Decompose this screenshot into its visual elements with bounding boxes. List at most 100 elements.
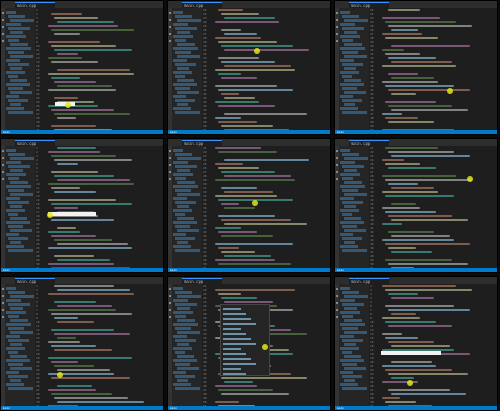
source-control-icon[interactable] — [2, 302, 4, 304]
file-tree-item[interactable] — [340, 335, 354, 338]
file-tree-item[interactable] — [8, 15, 25, 18]
file-tree-item[interactable] — [10, 355, 27, 358]
file-tree-item[interactable] — [340, 173, 360, 176]
file-tree-item[interactable] — [175, 327, 191, 330]
file-tree-item[interactable] — [344, 55, 367, 58]
source-control-icon[interactable] — [169, 302, 171, 304]
search-icon[interactable] — [169, 295, 171, 297]
autocomplete-item[interactable] — [223, 358, 251, 360]
search-icon[interactable] — [336, 19, 338, 21]
file-tree-item[interactable] — [6, 245, 24, 248]
extensions-icon[interactable] — [2, 40, 4, 42]
file-tree-item[interactable] — [342, 39, 353, 42]
file-tree-item[interactable] — [8, 249, 33, 252]
file-tree-item[interactable] — [342, 111, 367, 114]
file-tree-item[interactable] — [173, 287, 183, 290]
file-tree-item[interactable] — [8, 351, 18, 354]
file-tree-item[interactable] — [340, 245, 358, 248]
file-tree-item[interactable] — [342, 291, 359, 294]
file-tree-item[interactable] — [342, 15, 359, 18]
file-tree-item[interactable] — [342, 99, 362, 102]
file-tree-item[interactable] — [177, 217, 194, 220]
file-tree-item[interactable] — [8, 27, 30, 30]
file-tree-item[interactable] — [340, 149, 350, 152]
file-tree-item[interactable] — [177, 241, 188, 244]
file-tree-item[interactable] — [340, 11, 350, 14]
file-tree-item[interactable] — [6, 347, 25, 350]
file-tree-item[interactable] — [173, 161, 188, 164]
file-tree-item[interactable] — [177, 181, 195, 184]
file-tree-item[interactable] — [6, 323, 31, 326]
file-tree-item[interactable] — [342, 189, 358, 192]
code-editor[interactable]: 21 22 23 24 25 26 27 28 29 30 31 32 33 34 35 36 37 38 39 40… — [202, 284, 330, 406]
file-tree-item[interactable] — [344, 295, 368, 298]
file-tree-item[interactable] — [175, 375, 195, 378]
file-tree-item[interactable] — [344, 331, 367, 334]
file-tree-item[interactable] — [8, 153, 25, 156]
file-tree-item[interactable] — [8, 111, 33, 114]
file-tree-item[interactable] — [340, 233, 353, 236]
file-tree-item[interactable] — [173, 299, 188, 302]
file-tree-item[interactable] — [10, 55, 33, 58]
search-icon[interactable] — [336, 295, 338, 297]
file-tree-item[interactable] — [6, 185, 31, 188]
debug-icon[interactable] — [169, 309, 171, 311]
file-tree-item[interactable] — [340, 221, 364, 224]
file-tree-item[interactable] — [173, 59, 187, 62]
file-tree-item[interactable] — [173, 233, 186, 236]
code-editor[interactable]: 21 22 23 24 25 26 27 28 29 30 31 32 33 34 35 36 37 38 39 40… — [202, 146, 330, 268]
file-tree-item[interactable] — [173, 35, 193, 38]
file-tree-item[interactable] — [177, 355, 194, 358]
file-tree-item[interactable] — [6, 209, 25, 212]
file-tree-item[interactable] — [177, 307, 190, 310]
code-editor[interactable]: 21 22 23 24 25 26 27 28 29 30 31 32 33 34 35 36 37 38 39 40… — [369, 146, 497, 268]
file-tree-item[interactable] — [177, 331, 200, 334]
file-tree-item[interactable] — [10, 379, 21, 382]
extensions-icon[interactable] — [336, 316, 338, 318]
code-editor[interactable]: 1 2 3 4 5 6 7 8 9 10 11 12 13 14 15 16 17 18 19 20 21 22 23 24 2… — [35, 146, 163, 268]
file-tree-item[interactable] — [6, 161, 21, 164]
file-tree-item[interactable] — [10, 157, 34, 160]
files-icon[interactable] — [336, 288, 338, 290]
file-tree-item[interactable] — [173, 23, 188, 26]
file-tree-item[interactable] — [6, 83, 30, 86]
file-tree-item[interactable] — [173, 71, 192, 74]
file-tree-item[interactable] — [6, 149, 16, 152]
file-tree-item[interactable] — [10, 367, 32, 370]
file-tree-item[interactable] — [340, 35, 360, 38]
file-tree-item[interactable] — [173, 149, 183, 152]
file-tree-item[interactable] — [344, 355, 361, 358]
file-tree-item[interactable] — [175, 225, 190, 228]
file-tree-item[interactable] — [173, 359, 197, 362]
file-tree-item[interactable] — [6, 359, 30, 362]
file-tree-item[interactable] — [340, 299, 355, 302]
file-tree-item[interactable] — [342, 327, 358, 330]
search-icon[interactable] — [2, 295, 4, 297]
file-tree-item[interactable] — [342, 351, 352, 354]
file-tree-item[interactable] — [8, 237, 28, 240]
file-tree-item[interactable] — [8, 363, 23, 366]
file-tree-item[interactable] — [340, 161, 355, 164]
autocomplete-item[interactable] — [223, 333, 246, 335]
file-tree-item[interactable] — [173, 95, 186, 98]
file-tree-item[interactable] — [6, 23, 21, 26]
extensions-icon[interactable] — [336, 178, 338, 180]
autocomplete-popup[interactable] — [220, 304, 270, 376]
file-tree-item[interactable] — [342, 225, 357, 228]
file-tree-item[interactable] — [340, 185, 365, 188]
autocomplete-item[interactable] — [223, 328, 241, 330]
file-tree-item[interactable] — [342, 153, 359, 156]
file-tree-item[interactable] — [177, 193, 200, 196]
file-tree-item[interactable] — [340, 287, 350, 290]
file-tree-item[interactable] — [175, 177, 186, 180]
file-tree-item[interactable] — [344, 307, 357, 310]
file-tree-item[interactable] — [6, 383, 24, 386]
file-tree-item[interactable] — [175, 75, 185, 78]
file-tree-item[interactable] — [10, 79, 27, 82]
files-icon[interactable] — [169, 288, 171, 290]
file-tree-item[interactable] — [342, 375, 362, 378]
file-tree-item[interactable] — [340, 107, 358, 110]
autocomplete-item[interactable] — [223, 373, 246, 375]
file-tree-item[interactable] — [175, 339, 196, 342]
autocomplete-item[interactable] — [223, 363, 256, 365]
